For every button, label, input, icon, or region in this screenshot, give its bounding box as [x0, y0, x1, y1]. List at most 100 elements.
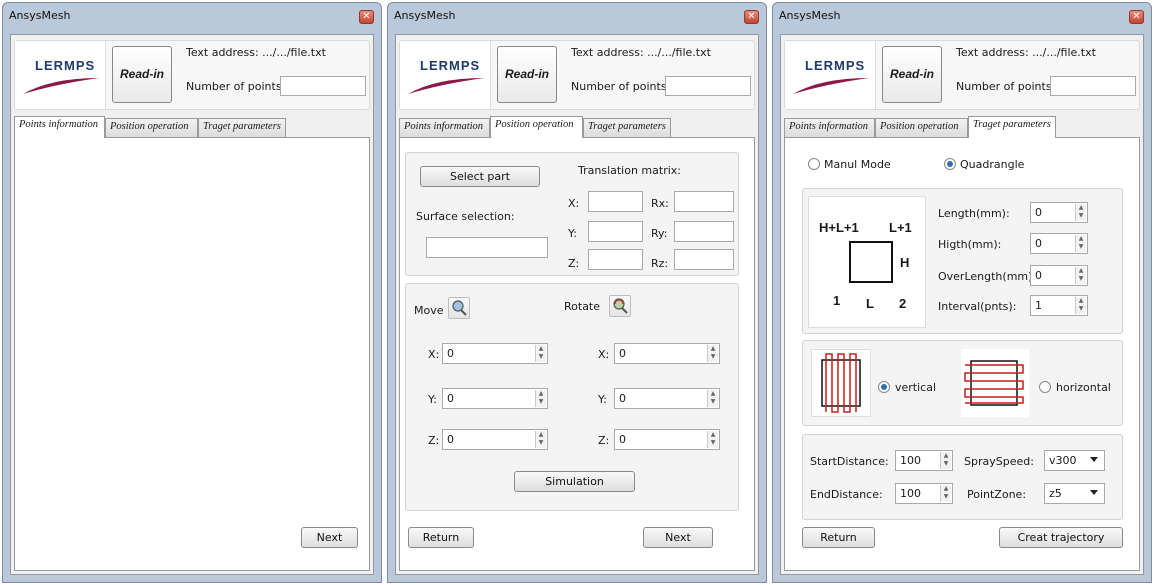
quadrangle-label: Quadrangle [960, 158, 1025, 171]
next-button[interactable]: Next [301, 527, 358, 548]
manual-mode-label: Manul Mode [824, 158, 891, 171]
matrix-x-field[interactable] [588, 191, 643, 212]
tab-points-information[interactable]: Points information [399, 118, 490, 137]
read-in-button[interactable]: Read-in [882, 46, 942, 103]
interval-spinbox[interactable]: 1 ▲ ▼ [1030, 295, 1088, 316]
height-spinbox[interactable]: 0 ▲ ▼ [1030, 233, 1088, 254]
matrix-y-field[interactable] [588, 221, 643, 242]
overlength-spinbox[interactable]: 0 ▲ ▼ [1030, 265, 1088, 286]
spin-arrows-icon[interactable]: ▲ ▼ [1075, 235, 1086, 252]
rotate-icon[interactable] [609, 295, 631, 317]
read-in-button[interactable]: Read-in [497, 46, 557, 103]
manual-mode-radio[interactable] [808, 158, 820, 170]
rotate-y-value: 0 [619, 392, 626, 405]
move-z-spinbox[interactable]: 0 ▲ ▼ [442, 429, 548, 450]
spin-arrows-icon[interactable]: ▲ ▼ [1075, 204, 1086, 221]
point-zone-select[interactable]: z5 [1044, 483, 1105, 504]
move-x-label: X: [428, 348, 440, 361]
rotate-z-spinbox[interactable]: 0 ▲ ▼ [614, 429, 720, 450]
matrix-y-label: Y: [568, 227, 577, 240]
tab-traget-parameters[interactable]: Traget parameters [198, 118, 286, 137]
return-button[interactable]: Return [802, 527, 875, 548]
matrix-rx-field[interactable] [674, 191, 734, 212]
move-x-spinbox[interactable]: 0 ▲ ▼ [442, 343, 548, 364]
start-distance-value: 100 [900, 454, 921, 467]
creat-trajectory-button[interactable]: Creat trajectory [999, 527, 1123, 548]
close-button[interactable]: ✕ [359, 10, 374, 24]
start-distance-spinbox[interactable]: 100 ▲ ▼ [895, 450, 953, 471]
number-of-points-label: Number of points: [956, 80, 1056, 93]
rotate-y-spinbox[interactable]: 0 ▲ ▼ [614, 388, 720, 409]
move-z-label: Z: [428, 434, 440, 447]
number-of-points-field[interactable] [665, 76, 751, 96]
spin-arrows-icon[interactable]: ▲ ▼ [535, 345, 546, 362]
spin-arrows-icon[interactable]: ▲ ▼ [1075, 297, 1086, 314]
matrix-rz-field[interactable] [674, 249, 734, 270]
geometry-group: H+L+1 L+1 H 1 L 2 Length(mm): 0 ▲ ▼ Higth(… [802, 188, 1123, 334]
logo-swoosh-icon [23, 78, 99, 94]
title-bar[interactable]: AnsysMesh ✕ [388, 3, 766, 31]
close-button[interactable]: ✕ [1129, 10, 1144, 24]
move-icon[interactable] [448, 297, 470, 319]
length-value: 0 [1035, 206, 1042, 219]
return-button[interactable]: Return [408, 527, 474, 548]
tab-traget-parameters[interactable]: Traget parameters [583, 118, 671, 137]
matrix-rz-label: Rz: [651, 257, 669, 270]
matrix-ry-field[interactable] [674, 221, 734, 242]
tab-points-information[interactable]: Points information [14, 116, 105, 138]
transform-group: Move Rotate X: 0 ▲ ▼ Y: 0 ▲ ▼ Z: 0 ▲ ▼ X: 0 ▲ ▼ … [405, 283, 739, 511]
read-in-button[interactable]: Read-in [112, 46, 172, 103]
lermps-logo: LERMPS [785, 41, 876, 109]
length-spinbox[interactable]: 0 ▲ ▼ [1030, 202, 1088, 223]
tab-position-operation[interactable]: Position operation [105, 118, 198, 137]
tab-traget-parameters[interactable]: Traget parameters [968, 116, 1056, 138]
rotate-x-spinbox[interactable]: 0 ▲ ▼ [614, 343, 720, 364]
move-z-value: 0 [447, 433, 454, 446]
vertical-path-icon [821, 353, 861, 413]
end-distance-label: EndDistance: [810, 488, 883, 501]
position-operation-panel: Select part Surface selection: Translati… [399, 137, 755, 571]
spin-arrows-icon[interactable]: ▲ ▼ [707, 345, 718, 362]
spin-arrows-icon[interactable]: ▲ ▼ [940, 485, 951, 502]
spin-arrows-icon[interactable]: ▲ ▼ [940, 452, 951, 469]
select-part-button[interactable]: Select part [420, 166, 540, 187]
spin-arrows-icon[interactable]: ▲ ▼ [1075, 267, 1086, 284]
spin-arrows-icon[interactable]: ▲ ▼ [535, 431, 546, 448]
interval-value: 1 [1035, 299, 1042, 312]
start-distance-label: StartDistance: [810, 455, 889, 468]
title-bar[interactable]: AnsysMesh ✕ [3, 3, 381, 31]
spin-arrows-icon[interactable]: ▲ ▼ [707, 390, 718, 407]
rotate-z-value: 0 [619, 433, 626, 446]
spin-arrows-icon[interactable]: ▲ ▼ [535, 390, 546, 407]
overlength-label: OverLength(mm): [938, 270, 1037, 283]
quadrangle-radio[interactable] [944, 158, 956, 170]
height-label: Higth(mm): [938, 238, 1002, 251]
vertical-path-preview [811, 349, 871, 417]
next-button[interactable]: Next [643, 527, 713, 548]
tab-points-information[interactable]: Points information [784, 118, 875, 137]
end-distance-spinbox[interactable]: 100 ▲ ▼ [895, 483, 953, 504]
simulation-button[interactable]: Simulation [514, 471, 635, 492]
tab-position-operation[interactable]: Position operation [490, 116, 583, 138]
chevron-down-icon[interactable] [1090, 457, 1098, 462]
quadrangle-diagram: H+L+1 L+1 H 1 L 2 [808, 196, 926, 328]
chevron-down-icon[interactable] [1090, 490, 1098, 495]
number-of-points-field[interactable] [280, 76, 366, 96]
window-client: LERMPS Read-in Text address: .../.../fil… [780, 34, 1144, 575]
matrix-z-field[interactable] [588, 249, 643, 270]
move-label: Move [414, 304, 444, 317]
title-bar[interactable]: AnsysMesh ✕ [773, 3, 1151, 31]
header-panel: LERMPS Read-in Text address: .../.../fil… [784, 40, 1140, 110]
move-x-value: 0 [447, 347, 454, 360]
surface-selection-field[interactable] [426, 237, 548, 258]
spray-speed-select[interactable]: v300 [1044, 450, 1105, 471]
horizontal-radio[interactable] [1039, 381, 1051, 393]
vertical-radio[interactable] [878, 381, 890, 393]
number-of-points-field[interactable] [1050, 76, 1136, 96]
spin-arrows-icon[interactable]: ▲ ▼ [707, 431, 718, 448]
close-button[interactable]: ✕ [744, 10, 759, 24]
tab-position-operation[interactable]: Position operation [875, 118, 968, 137]
move-y-spinbox[interactable]: 0 ▲ ▼ [442, 388, 548, 409]
interval-label: Interval(pnts): [938, 300, 1017, 313]
logo-swoosh-icon [793, 78, 869, 94]
